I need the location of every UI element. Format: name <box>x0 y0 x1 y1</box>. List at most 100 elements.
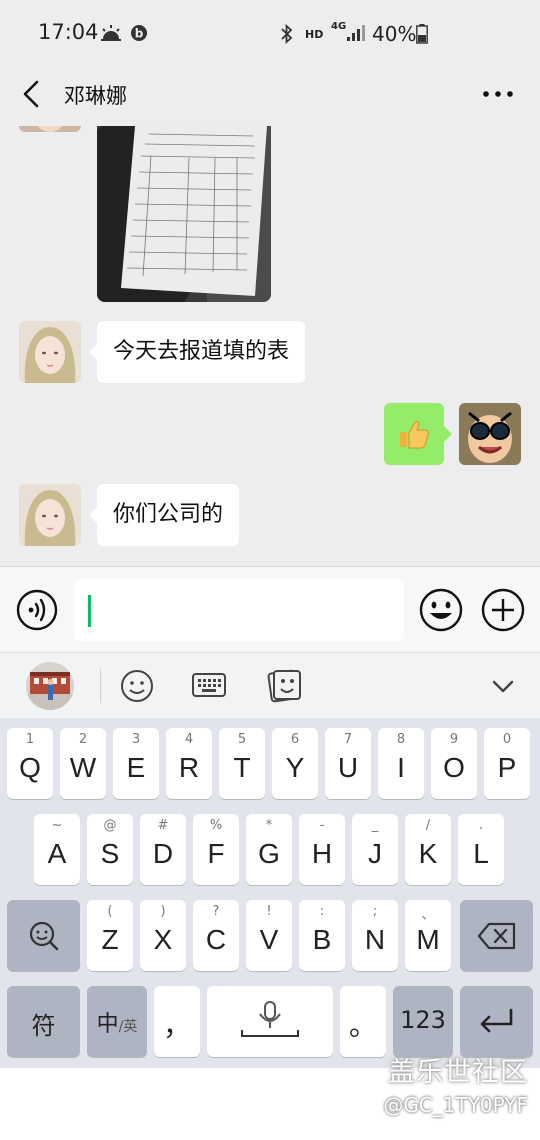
incoming-message[interactable]: 今天去报道填的表 <box>88 321 306 383</box>
key-sub: ; <box>372 904 378 919</box>
key-v[interactable]: ! V <box>246 900 292 971</box>
voice-input-icon[interactable] <box>16 589 58 631</box>
numbers-key[interactable]: 123 <box>393 986 453 1057</box>
key-main: F <box>207 838 225 869</box>
key-sub: ! <box>266 904 272 919</box>
comma-label: ， <box>162 1009 191 1042</box>
more-options-icon[interactable] <box>482 84 514 104</box>
language-switch-label: 中/英 <box>87 1006 147 1038</box>
key-r[interactable]: 4R <box>166 728 212 799</box>
message-input[interactable] <box>74 579 404 641</box>
key-l[interactable]: .L <box>458 814 504 885</box>
keyboard-toolbar <box>0 652 540 718</box>
watermark-brand: 盖乐世社区 <box>388 1057 528 1088</box>
keyboard-profile-avatar[interactable] <box>26 662 74 710</box>
battery-icon <box>416 24 428 44</box>
key-main: X <box>153 924 173 955</box>
key-d[interactable]: # D <box>140 814 186 885</box>
signal-icon <box>347 25 365 41</box>
symbol-key-label: 符 <box>31 1012 56 1040</box>
text-caret <box>88 595 91 627</box>
key-main: T <box>233 752 251 783</box>
key-sub: 1 <box>25 732 35 747</box>
enter-icon <box>480 1008 513 1033</box>
contact-avatar[interactable] <box>19 126 81 132</box>
key-x[interactable]: ) X <box>140 900 186 971</box>
key-sub: 2 <box>78 732 88 747</box>
svg-text:b: b <box>135 27 144 41</box>
key-i[interactable]: 8I <box>378 728 424 799</box>
bluetooth-icon <box>281 24 293 44</box>
message-list[interactable]: 今天去报道填的表 你们公司的 <box>0 126 540 566</box>
comma-key[interactable]: ， <box>154 986 200 1057</box>
contact-avatar[interactable] <box>19 321 81 383</box>
key-sub: % <box>209 818 223 833</box>
key-sub: ) <box>160 904 166 919</box>
key-sub: @ <box>103 818 117 833</box>
key-main: L <box>473 838 489 869</box>
key-main: P <box>497 752 517 783</box>
key-main: R <box>178 752 200 783</box>
key-e[interactable]: 3E <box>113 728 159 799</box>
key-main: E <box>126 752 146 783</box>
key-w[interactable]: 2W <box>60 728 106 799</box>
incoming-message[interactable]: 你们公司的 <box>88 484 240 546</box>
weather-sunrise-icon <box>101 25 121 41</box>
key-main: W <box>69 752 97 783</box>
back-arrow-icon[interactable] <box>18 78 48 110</box>
collapse-keyboard-icon[interactable] <box>484 667 522 705</box>
key-o[interactable]: 9O <box>431 728 477 799</box>
space-key[interactable] <box>207 986 333 1057</box>
key-z[interactable]: (Z <box>87 900 133 971</box>
b-app-icon: b <box>131 25 147 41</box>
outgoing-message[interactable] <box>384 403 452 465</box>
key-f[interactable]: % F <box>193 814 239 885</box>
contact-avatar[interactable] <box>19 484 81 546</box>
backspace-icon <box>477 922 516 950</box>
key-t[interactable]: 5T <box>219 728 265 799</box>
emoji-icon[interactable] <box>418 587 464 633</box>
backspace-key[interactable] <box>460 900 533 971</box>
sticker-emoji-icon[interactable] <box>118 667 156 705</box>
status-bar: 17:04 b HD 4G 40% <box>0 0 540 64</box>
key-sub: . <box>478 818 484 833</box>
image-message[interactable] <box>97 126 271 302</box>
key-b[interactable]: :B <box>299 900 345 971</box>
enter-key[interactable] <box>460 986 533 1057</box>
key-n[interactable]: ; N <box>352 900 398 971</box>
sticker-gallery-icon[interactable] <box>265 667 303 705</box>
period-key[interactable]: 。 <box>340 986 386 1057</box>
search-key[interactable] <box>7 900 80 971</box>
key-p[interactable]: 0P <box>484 728 530 799</box>
key-sub: * <box>265 818 273 833</box>
key-u[interactable]: 7U <box>325 728 371 799</box>
key-j[interactable]: _ J <box>352 814 398 885</box>
symbol-key[interactable]: 符 <box>7 986 80 1057</box>
lang-alt: /英 <box>118 1019 138 1035</box>
status-time: 17:04 <box>38 20 99 44</box>
hd-indicator: HD <box>305 28 324 41</box>
key-m[interactable]: 、 M <box>405 900 451 971</box>
key-main: J <box>368 838 382 869</box>
keyboard-layout-icon[interactable] <box>190 667 228 705</box>
key-q[interactable]: 1Q <box>7 728 53 799</box>
key-c[interactable]: ? C <box>193 900 239 971</box>
key-a[interactable]: ~ A <box>34 814 80 885</box>
language-switch-key[interactable]: 中/英 <box>87 986 147 1057</box>
key-main: B <box>312 924 332 955</box>
key-main: A <box>47 838 67 869</box>
key-sub: 7 <box>343 732 353 747</box>
key-k[interactable]: / K <box>405 814 451 885</box>
key-h[interactable]: -H <box>299 814 345 885</box>
microphone-icon <box>241 1001 299 1037</box>
key-main: V <box>259 924 279 955</box>
key-g[interactable]: * G <box>246 814 292 885</box>
status-left-icons: b <box>100 24 148 42</box>
my-avatar[interactable] <box>459 403 521 465</box>
key-y[interactable]: 6Y <box>272 728 318 799</box>
thumbs-up-icon <box>400 420 429 449</box>
key-s[interactable]: @ S <box>87 814 133 885</box>
key-sub: ( <box>107 904 113 919</box>
key-main: D <box>152 838 174 869</box>
add-more-icon[interactable] <box>480 587 526 633</box>
